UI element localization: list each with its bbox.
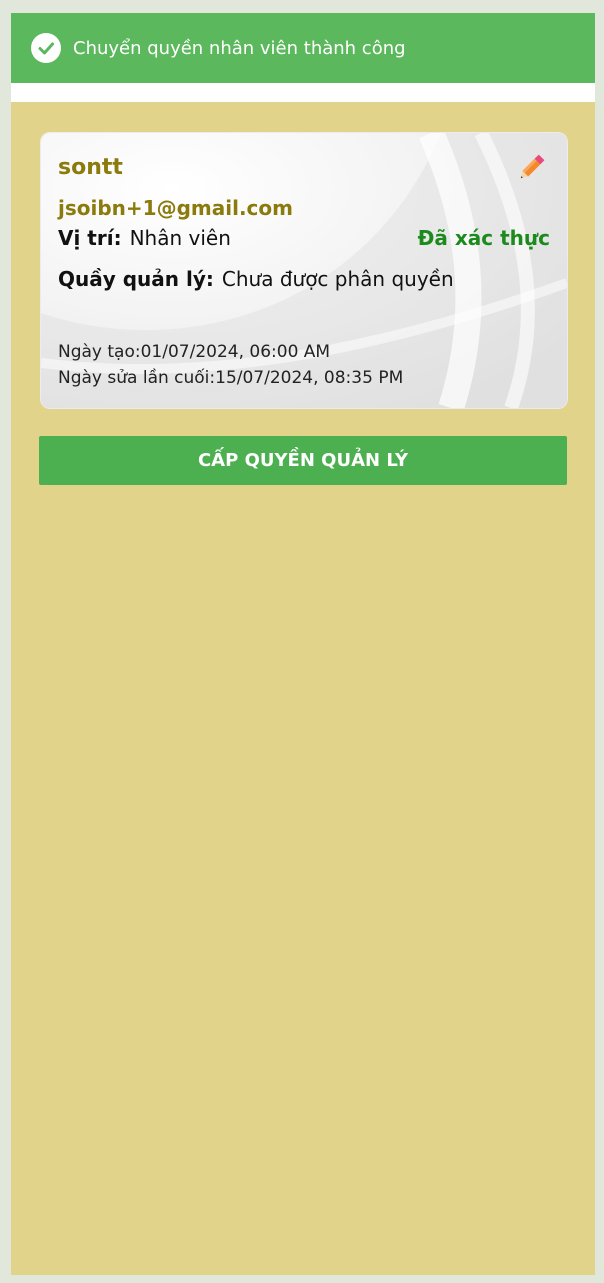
employee-username: sontt xyxy=(58,155,123,180)
app-frame: Chuyển quyền nhân viên thành công sontt … xyxy=(11,13,595,1275)
modified-date: Ngày sửa lần cuối:15/07/2024, 08:35 PM xyxy=(58,368,404,388)
created-date: Ngày tạo:01/07/2024, 06:00 AM xyxy=(58,342,331,362)
position-label: Vị trí: xyxy=(58,226,122,250)
counter-label: Quầy quản lý: xyxy=(58,267,214,291)
check-circle-icon xyxy=(31,33,61,63)
position-row: Vị trí: Nhân viên xyxy=(58,226,231,250)
header-strip xyxy=(11,83,595,102)
verified-status: Đã xác thực xyxy=(417,226,550,250)
toast-message: Chuyển quyền nhân viên thành công xyxy=(73,37,406,59)
grant-manager-button[interactable]: CẤP QUYỀN QUẢN LÝ xyxy=(39,436,567,485)
employee-email: jsoibn+1@gmail.com xyxy=(58,196,293,220)
employee-card: sontt jsoibn+1@gmail.com Vị trí: Nhân viê… xyxy=(40,132,568,409)
pencil-icon[interactable] xyxy=(515,152,547,184)
counter-value: Chưa được phân quyền xyxy=(221,267,454,291)
success-toast: Chuyển quyền nhân viên thành công xyxy=(11,13,595,83)
counter-row: Quầy quản lý: Chưa được phân quyền xyxy=(58,267,454,291)
position-value: Nhân viên xyxy=(129,226,231,250)
